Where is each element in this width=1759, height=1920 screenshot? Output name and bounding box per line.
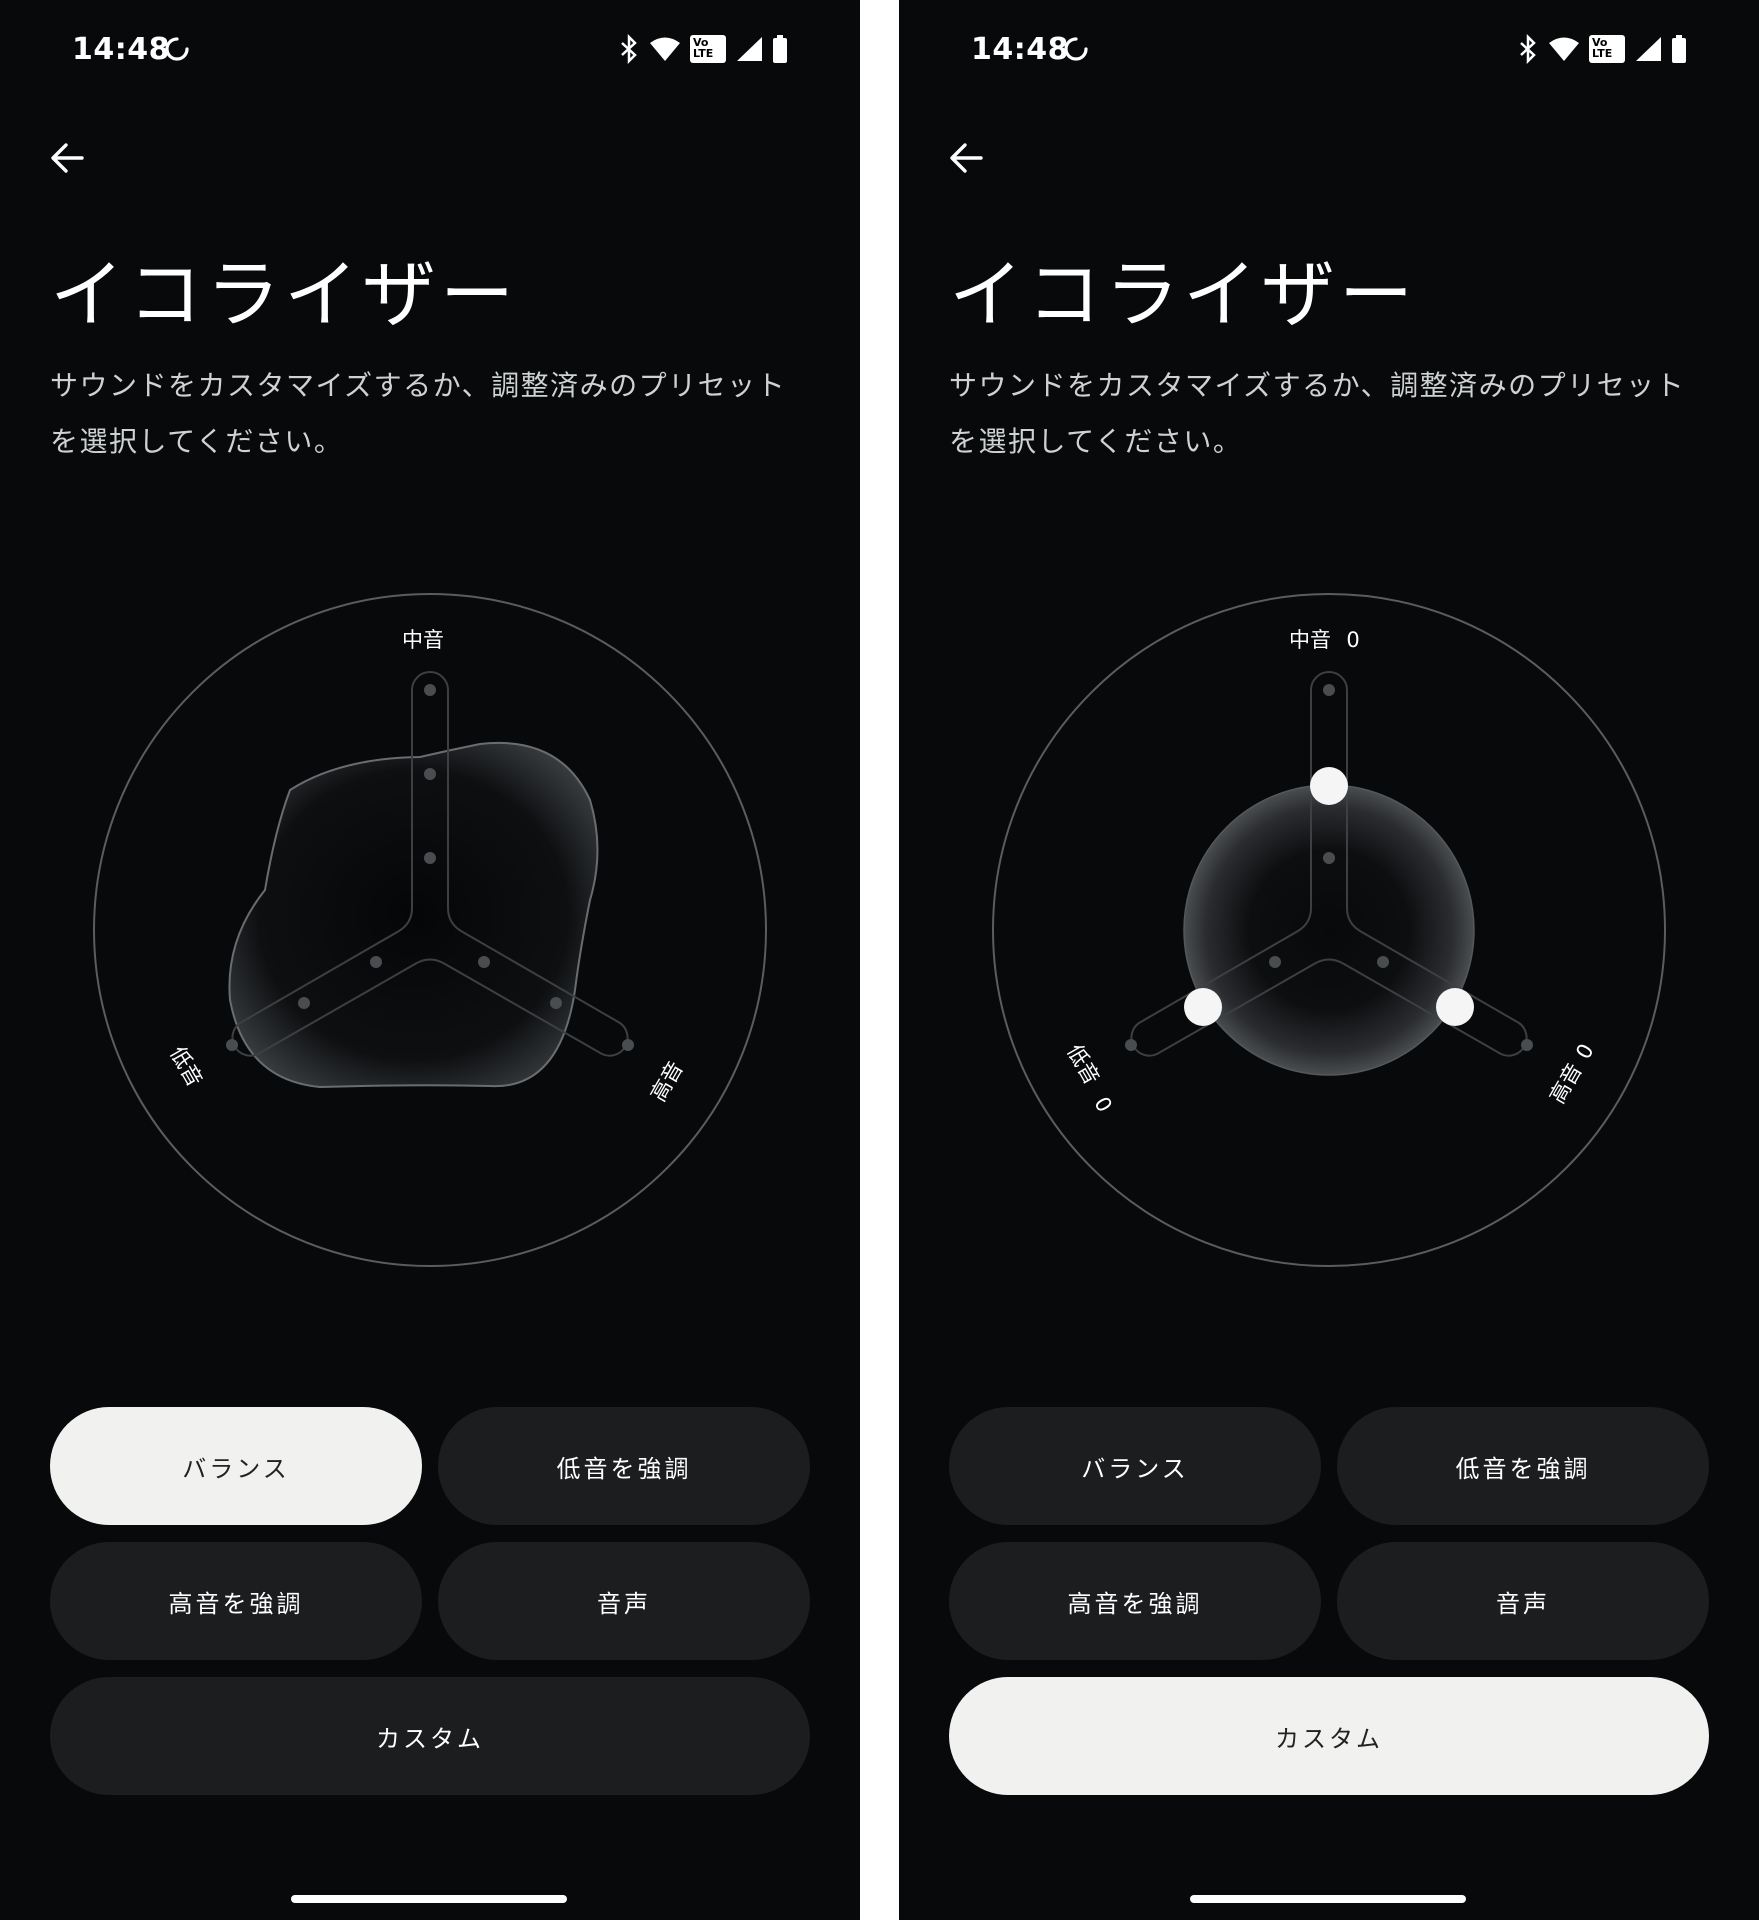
preset-treble-boost-button[interactable]: 高音を強調 xyxy=(949,1542,1321,1660)
bass-track-dot xyxy=(226,1039,238,1051)
page-title: イコライザー xyxy=(50,252,518,338)
treble-track-dot xyxy=(622,1039,634,1051)
wifi-icon xyxy=(1549,37,1579,61)
status-bar: 14:48 Vo LTE xyxy=(899,30,1759,70)
cell-signal-icon xyxy=(1636,37,1661,61)
mid-track-dot xyxy=(1323,852,1335,864)
preset-custom-button[interactable]: カスタム xyxy=(949,1677,1709,1795)
mid-slider-handle[interactable] xyxy=(1310,767,1348,805)
sync-icon xyxy=(165,37,189,61)
eq-shape-circle xyxy=(1183,784,1475,1076)
treble-track-dot xyxy=(550,997,562,1009)
battery-icon xyxy=(1672,35,1686,63)
axis-label-bass: 低音 xyxy=(1062,1040,1104,1088)
equalizer-screen-custom: 14:48 Vo LTE イコライザー サウンドをカスタマイズするか、調整済みのプ… xyxy=(899,0,1759,1920)
preset-voice-button[interactable]: 音声 xyxy=(438,1542,810,1660)
mid-track-dot xyxy=(424,684,436,696)
page-description: サウンドをカスタマイズするか、調整済みのプリセットを選択してください。 xyxy=(949,369,1686,458)
preset-treble-boost-button[interactable]: 高音を強調 xyxy=(50,1542,422,1660)
bluetooth-icon xyxy=(1520,34,1536,64)
status-time: 14:48 xyxy=(971,32,1069,67)
bass-slider-handle[interactable] xyxy=(1184,988,1222,1026)
home-indicator[interactable] xyxy=(291,1895,567,1903)
preset-balance-button[interactable]: バランス xyxy=(949,1407,1321,1525)
preset-voice-button[interactable]: 音声 xyxy=(1337,1542,1709,1660)
axis-label-mid: 中音 xyxy=(402,628,444,652)
axis-value-treble: 0 xyxy=(1571,1040,1598,1064)
bass-track-dot xyxy=(370,956,382,968)
equalizer-screen-balance: 14:48 Vo LTE イコライザー サウンドをカスタマイズするか、調整済みのプ… xyxy=(0,0,860,1920)
home-indicator[interactable] xyxy=(1190,1895,1466,1903)
treble-track-dot xyxy=(1377,956,1389,968)
wifi-icon xyxy=(650,37,680,61)
axis-label-treble: 高音 xyxy=(646,1057,688,1105)
sync-icon xyxy=(1064,37,1088,61)
volte-icon: Vo LTE xyxy=(1589,35,1625,63)
axis-label-mid: 中音 xyxy=(1289,628,1331,652)
equalizer-dial[interactable]: 中音 0 低音 0 高音 0 xyxy=(989,590,1669,1270)
mid-track-dot xyxy=(1323,684,1335,696)
eq-shape-blob xyxy=(228,742,599,1089)
mid-track-dot xyxy=(424,852,436,864)
treble-track-dot xyxy=(1521,1039,1533,1051)
axis-value-bass: 0 xyxy=(1089,1093,1116,1117)
page-title: イコライザー xyxy=(949,252,1417,338)
axis-value-mid: 0 xyxy=(1346,628,1359,652)
page-description: サウンドをカスタマイズするか、調整済みのプリセットを選択してください。 xyxy=(50,369,787,458)
cell-signal-icon xyxy=(737,37,762,61)
bass-track-dot xyxy=(1269,956,1281,968)
axis-label-bass: 低音 xyxy=(165,1042,207,1090)
back-arrow-icon[interactable] xyxy=(947,138,987,178)
status-time: 14:48 xyxy=(72,32,170,67)
preset-custom-button[interactable]: カスタム xyxy=(50,1677,810,1795)
treble-slider-handle[interactable] xyxy=(1436,988,1474,1026)
bluetooth-icon xyxy=(621,34,637,64)
preset-balance-button[interactable]: バランス xyxy=(50,1407,422,1525)
treble-track-dot xyxy=(478,956,490,968)
battery-icon xyxy=(773,35,787,63)
mid-track-dot xyxy=(424,768,436,780)
equalizer-dial[interactable]: 中音 低音 高音 xyxy=(90,590,770,1270)
status-bar: 14:48 Vo LTE xyxy=(0,30,860,70)
bass-track-dot xyxy=(298,997,310,1009)
back-arrow-icon[interactable] xyxy=(48,138,88,178)
preset-bass-boost-button[interactable]: 低音を強調 xyxy=(1337,1407,1709,1525)
bass-track-dot xyxy=(1125,1039,1137,1051)
preset-bass-boost-button[interactable]: 低音を強調 xyxy=(438,1407,810,1525)
volte-icon: Vo LTE xyxy=(690,35,726,63)
axis-label-treble: 高音 xyxy=(1545,1059,1587,1107)
